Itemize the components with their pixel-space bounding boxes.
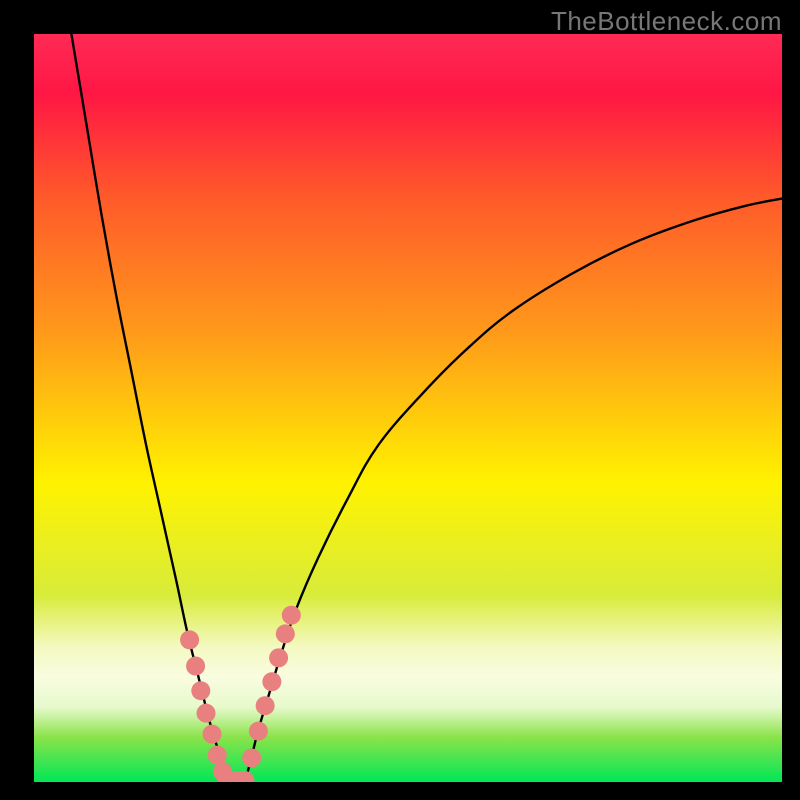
chart-frame: TheBottleneck.com [0, 0, 800, 800]
data-dot [256, 696, 275, 715]
curve-right-branch [245, 199, 782, 782]
data-dot [262, 672, 281, 691]
data-dot [282, 606, 301, 625]
watermark-text: TheBottleneck.com [551, 6, 782, 37]
data-dot [276, 624, 295, 643]
data-dot [203, 725, 222, 744]
data-dot [186, 657, 205, 676]
chart-svg [34, 34, 782, 782]
data-dot [191, 681, 210, 700]
data-dot [180, 630, 199, 649]
data-dot [249, 722, 268, 741]
data-dot [242, 749, 261, 768]
plot-area [34, 34, 782, 782]
data-dot [269, 648, 288, 667]
data-dot [197, 704, 216, 723]
data-dot [208, 746, 227, 765]
